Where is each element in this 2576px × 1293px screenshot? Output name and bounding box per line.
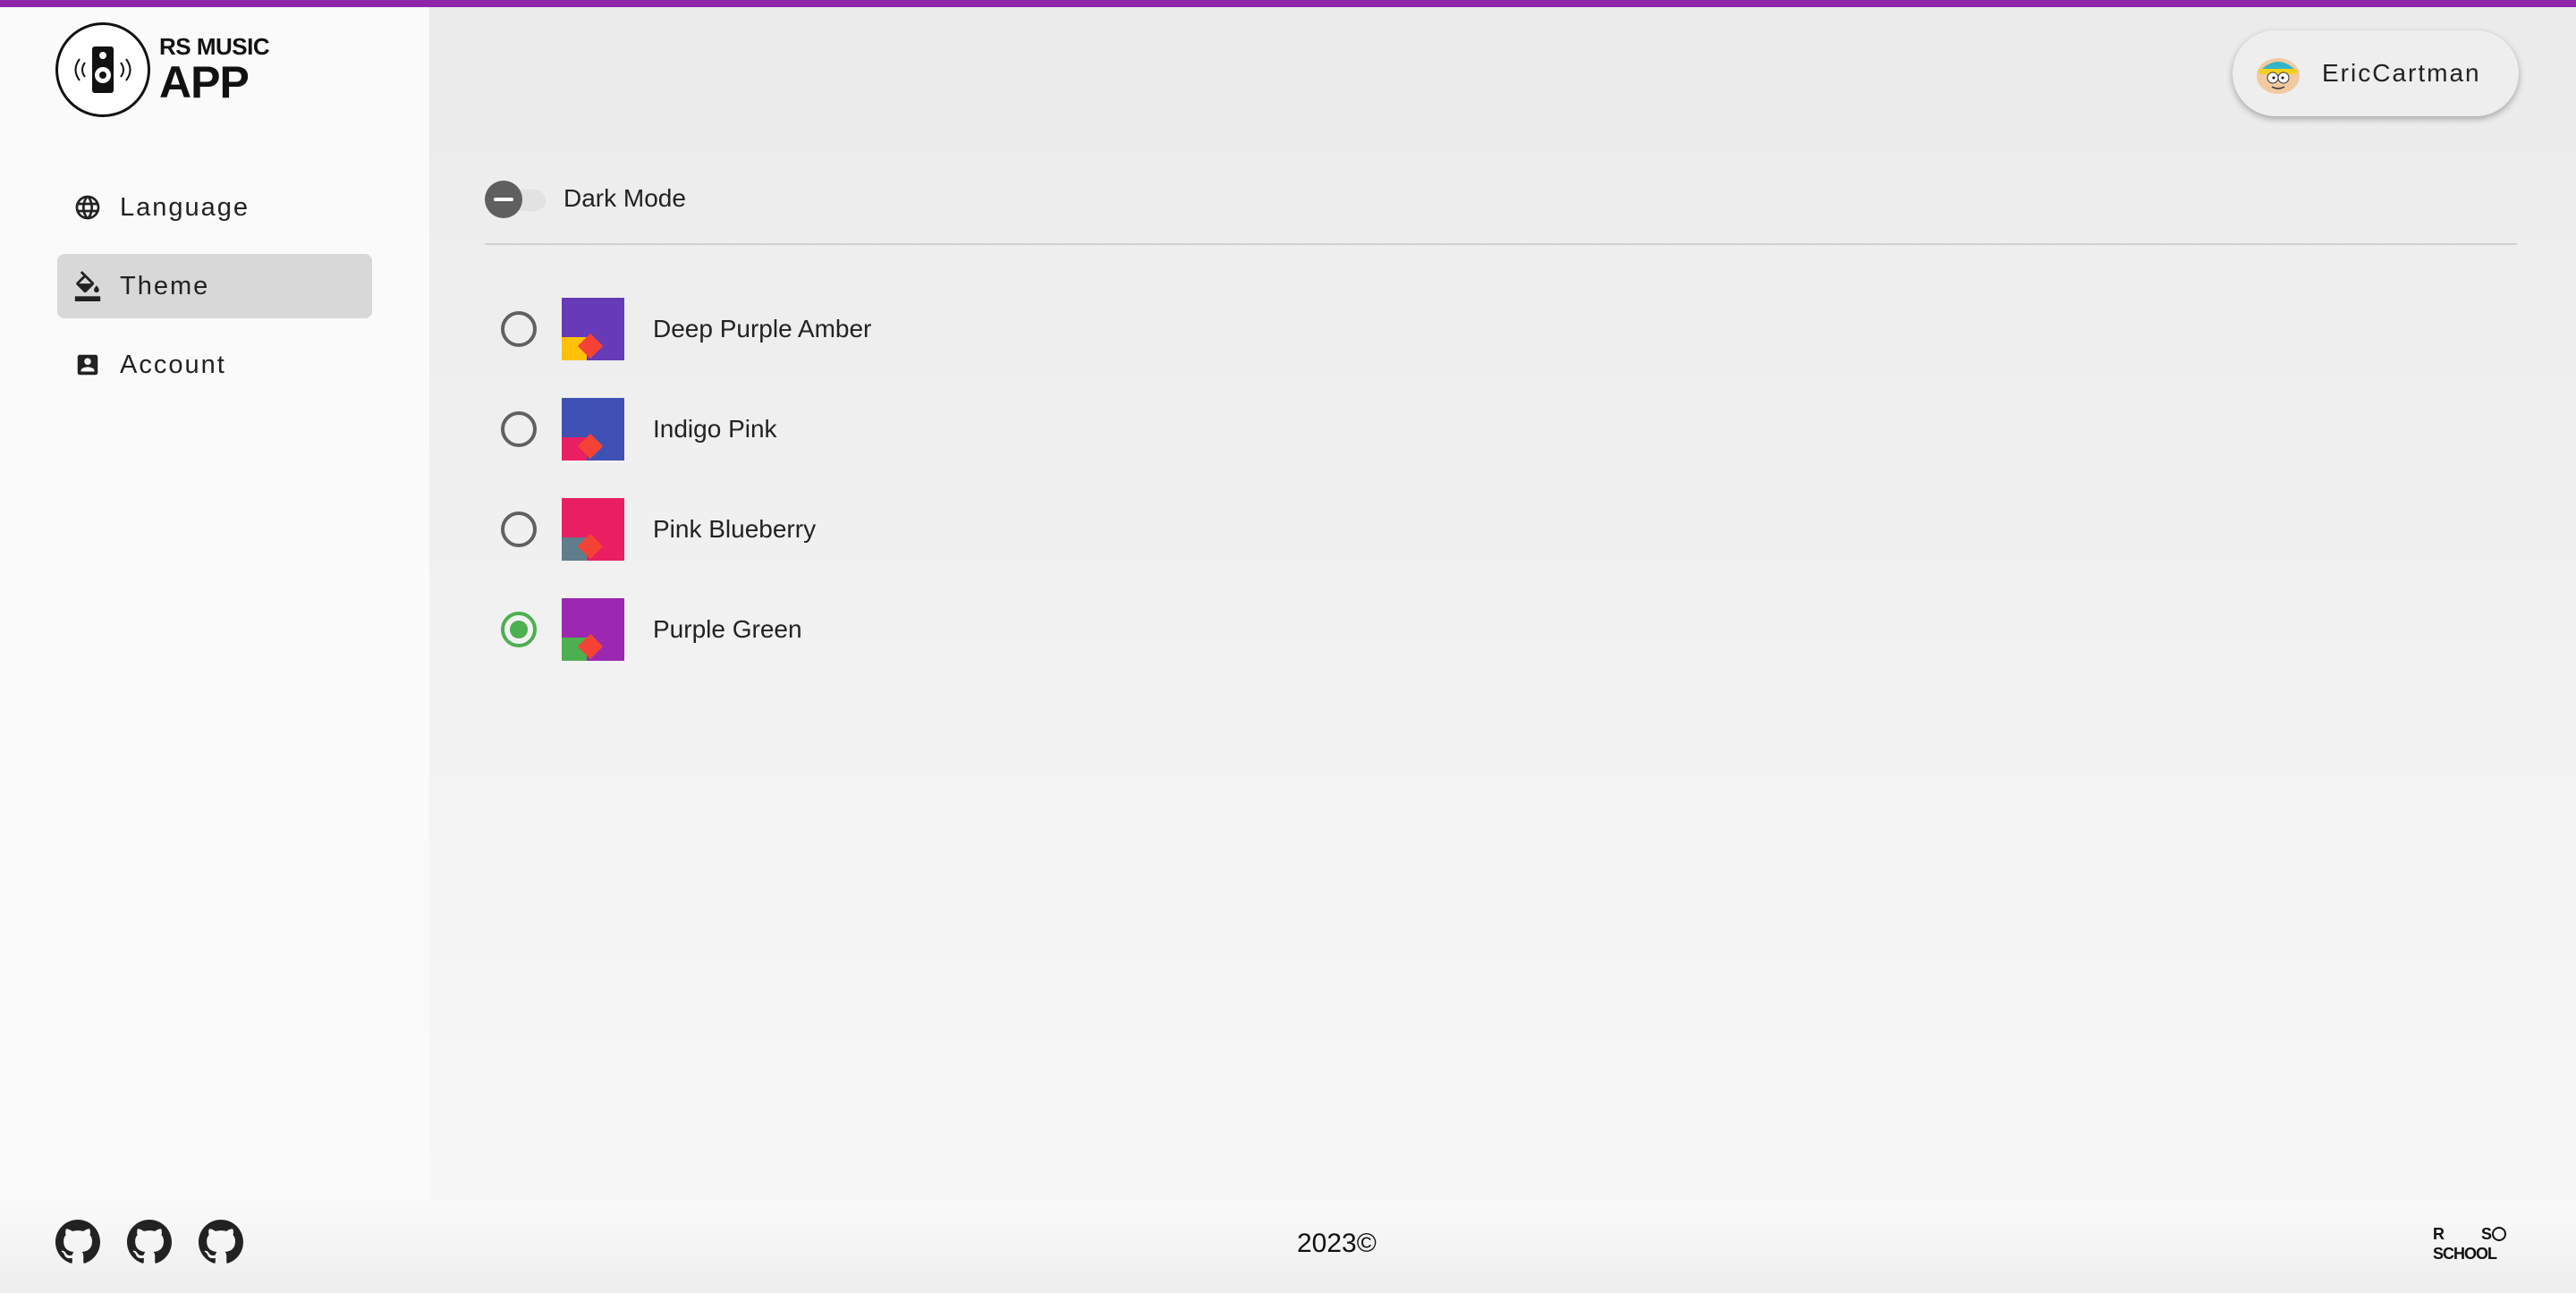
theme-radio-group: Deep Purple Amber Indigo Pink Pink Blueb… (501, 279, 871, 680)
account-box-icon (72, 349, 104, 381)
github-icon[interactable] (127, 1220, 172, 1264)
svg-text:S: S (2481, 1225, 2492, 1243)
speaker-icon (55, 22, 150, 117)
logo-title-big: APP (159, 57, 250, 107)
theme-label: Pink Blueberry (653, 515, 817, 543)
github-icon[interactable] (199, 1220, 243, 1264)
rs-school-logo[interactable]: R S SCHOOL (2431, 1223, 2521, 1263)
copyright-text: 2023© (1297, 1229, 1377, 1258)
theme-radio[interactable] (501, 612, 537, 647)
username: EricCartman (2322, 59, 2481, 87)
theme-option[interactable]: Deep Purple Amber (501, 279, 871, 379)
avatar-icon (2254, 49, 2302, 97)
sidebar-item-account[interactable]: Account (57, 333, 372, 397)
theme-option[interactable]: Purple Green (501, 579, 871, 680)
sidebar-item-language[interactable]: Language (57, 175, 372, 240)
settings-nav: Language Theme Account (57, 175, 372, 411)
github-links (55, 1220, 270, 1264)
app-logo[interactable]: RS MUSIC APP (55, 20, 270, 120)
theme-swatch (562, 498, 624, 561)
theme-swatch (562, 298, 624, 360)
toggle-thumb (485, 181, 522, 218)
theme-label: Purple Green (653, 615, 802, 643)
divider (485, 243, 2517, 245)
footer: 2023© R S SCHOOL (0, 1200, 2576, 1293)
sidebar-item-theme[interactable]: Theme (57, 254, 372, 318)
top-accent-bar (0, 0, 2576, 7)
sidebar-item-label: Theme (120, 271, 210, 300)
dark-mode-label: Dark Mode (564, 184, 686, 212)
paint-bucket-icon (72, 270, 104, 302)
settings-panel: EricCartman Dark Mode Deep Purple Amber … (429, 7, 2576, 1200)
github-icon[interactable] (55, 1220, 100, 1264)
sidebar: RS MUSIC APP Language Theme Account (0, 7, 429, 1200)
theme-label: Indigo Pink (653, 415, 777, 443)
theme-swatch (562, 398, 624, 461)
sidebar-item-label: Account (120, 350, 226, 379)
logo-title-small: RS MUSIC (159, 33, 270, 60)
theme-option[interactable]: Indigo Pink (501, 379, 871, 479)
svg-text:SCHOOL: SCHOOL (2433, 1245, 2497, 1263)
svg-text:R: R (2433, 1225, 2445, 1243)
globe-icon (72, 191, 104, 224)
sidebar-item-label: Language (120, 192, 250, 222)
theme-label: Deep Purple Amber (653, 315, 872, 342)
dark-mode-setting: Dark Mode (485, 177, 686, 220)
user-menu-button[interactable]: EricCartman (2233, 30, 2519, 116)
theme-radio[interactable] (501, 311, 537, 347)
theme-radio[interactable] (501, 411, 537, 447)
theme-swatch (562, 598, 624, 661)
theme-radio[interactable] (501, 511, 537, 547)
dark-mode-toggle[interactable] (485, 181, 549, 218)
theme-option[interactable]: Pink Blueberry (501, 479, 871, 579)
